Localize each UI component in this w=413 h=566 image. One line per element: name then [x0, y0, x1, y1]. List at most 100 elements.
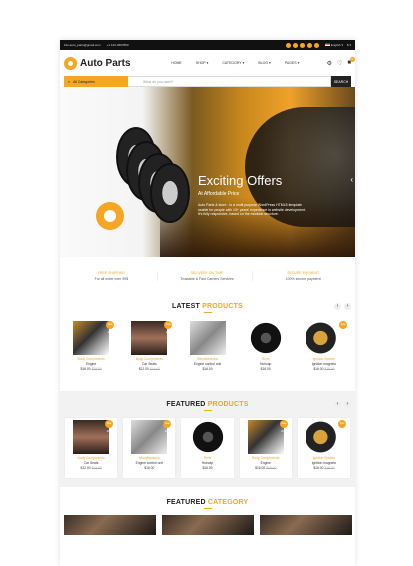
product-image[interactable]: [247, 420, 284, 454]
next-arrow-icon[interactable]: ›: [344, 303, 351, 310]
sale-badge: Sale 20%: [164, 321, 173, 334]
product-image[interactable]: [189, 420, 226, 454]
category-select[interactable]: ≡ All Categories: [64, 76, 128, 87]
product-image[interactable]: [189, 321, 226, 355]
product-name[interactable]: Engine control unit: [123, 461, 175, 465]
hero-next-arrow[interactable]: ‹: [350, 175, 353, 184]
current-price: $12.00: [80, 466, 91, 470]
wishlist-icon[interactable]: ♡: [337, 60, 342, 67]
nav-category[interactable]: CATEGORY ▾: [222, 61, 244, 65]
facebook-icon[interactable]: [285, 42, 291, 48]
product-category[interactable]: Body Components: [64, 357, 118, 361]
product-price: $16.00: [239, 367, 293, 371]
nav-shop[interactable]: SHOP ▾: [196, 61, 209, 65]
currency-select[interactable]: $ ▾: [347, 43, 351, 47]
language-select[interactable]: English ▾: [324, 43, 343, 47]
category-image[interactable]: [63, 515, 156, 535]
old-price: $18.00: [324, 367, 335, 371]
product-category[interactable]: Body Components: [240, 456, 292, 460]
nav-home[interactable]: HOME: [171, 61, 182, 65]
section-title: LATEST PRODUCTS ‹ ›: [60, 303, 355, 310]
product-price: $16.00$18.00: [298, 466, 350, 470]
pinterest-icon[interactable]: [313, 42, 319, 48]
product-name[interactable]: Ignition magneto: [298, 461, 350, 465]
hero-banner: Exciting Offers At Affordable Price Auto…: [60, 87, 355, 257]
product-name[interactable]: Hubcap: [239, 362, 293, 366]
product-image[interactable]: [131, 420, 168, 454]
product-image[interactable]: [247, 321, 284, 355]
nav-pages[interactable]: PAGES ▾: [285, 61, 300, 65]
instagram-icon[interactable]: [306, 42, 312, 48]
product-card[interactable]: Rims Hubcap $16.00: [238, 319, 293, 381]
product-image[interactable]: [305, 420, 342, 454]
page: info.auto_parts@gmail.com +1 123-4567890…: [60, 40, 355, 566]
product-list: Sale 20% Body Components Engine $16.00$18.0…: [60, 313, 355, 381]
user-icon[interactable]: ⚙: [327, 60, 332, 67]
hero-subtitle: At Affordable Price: [198, 191, 240, 197]
product-price: $16.00: [180, 367, 234, 371]
category-image[interactable]: [259, 515, 352, 535]
feature-item: FREE SHIPPING For all order over 99$: [66, 271, 158, 281]
logo-text: Auto Parts: [80, 57, 131, 69]
header: Auto Parts HOME SHOP ▾ CATEGORY ▾ BLOG ▾…: [60, 50, 355, 76]
sale-badge: Sale 20%: [339, 321, 348, 334]
product-price: $12.00$14.00: [122, 367, 176, 371]
product-image[interactable]: [73, 420, 110, 454]
logo-wheel-icon: [64, 56, 77, 70]
product-category[interactable]: Miscellaneous: [180, 357, 234, 361]
main-nav: HOME SHOP ▾ CATEGORY ▾ BLOG ▾ PAGES ▾: [144, 61, 327, 65]
product-image[interactable]: [131, 321, 168, 355]
product-name[interactable]: Car Seats: [122, 362, 176, 366]
product-name[interactable]: Engine: [240, 461, 292, 465]
product-category[interactable]: Body Components: [65, 456, 117, 460]
product-name[interactable]: Engine: [64, 362, 118, 366]
product-card[interactable]: Sale 20% Ignition System Ignition magneto $…: [296, 417, 352, 479]
logo[interactable]: Auto Parts: [64, 56, 144, 70]
product-card[interactable]: Miscellaneous Engine control unit $16.00: [180, 319, 235, 381]
prev-arrow-icon[interactable]: ‹: [334, 401, 341, 408]
linkedin-icon[interactable]: [299, 42, 305, 48]
email-link[interactable]: info.auto_parts@gmail.com: [64, 43, 101, 47]
menu-icon: ≡: [68, 79, 71, 84]
current-price: $16.00: [80, 367, 91, 371]
product-name[interactable]: Hubcap: [181, 461, 233, 465]
hero-text: Auto Parts & store - is a multi purpose …: [198, 203, 306, 216]
product-category[interactable]: Ignition System: [298, 456, 350, 460]
product-image[interactable]: [305, 321, 342, 355]
search-button[interactable]: SEARCH: [331, 76, 351, 87]
product-name[interactable]: Engine control unit: [180, 362, 234, 366]
product-category[interactable]: Rims: [239, 357, 293, 361]
tires-image: [96, 127, 190, 230]
prev-arrow-icon[interactable]: ‹: [334, 303, 341, 310]
product-price: $16.00: [181, 466, 233, 470]
next-arrow-icon[interactable]: ›: [344, 401, 351, 408]
search-bar: ≡ All Categories What do you need? SEARC…: [60, 76, 355, 87]
product-name[interactable]: Car Seats: [65, 461, 117, 465]
top-bar: info.auto_parts@gmail.com +1 123-4567890…: [60, 40, 355, 50]
twitter-icon[interactable]: [292, 42, 298, 48]
cart-icon[interactable]: ■ 0: [347, 57, 355, 66]
current-price: $16.00: [144, 466, 155, 470]
nav-blog[interactable]: BLOG ▾: [258, 61, 270, 65]
product-card[interactable]: Sale 20% Ignition System Ignition magneto $…: [296, 319, 352, 381]
product-card[interactable]: Sale 20% Body Components Car Seats $12.00$1…: [122, 319, 177, 381]
product-price: $16.00: [123, 466, 175, 470]
product-card[interactable]: Sale 20% Miscellaneous Engine control unit…: [122, 417, 177, 479]
steering-wheel-icon: [96, 202, 124, 230]
product-price: $16.00$18.00: [240, 466, 292, 470]
product-card[interactable]: Sale 20% Body Components Engine $16.00$18.0…: [64, 319, 119, 381]
product-card[interactable]: Sale 20% Body Components Engine $16.00$18.0…: [238, 417, 293, 479]
search-input[interactable]: What do you need?: [128, 76, 331, 87]
product-category[interactable]: Miscellaneous: [123, 456, 175, 460]
current-price: $16.00: [313, 466, 324, 470]
product-category[interactable]: Body Components: [122, 357, 176, 361]
product-card[interactable]: Rims Hubcap $16.00: [180, 417, 235, 479]
phone-link[interactable]: +1 123-4567890: [107, 43, 129, 47]
product-category[interactable]: Ignition System: [297, 357, 351, 361]
product-category[interactable]: Rims: [181, 456, 233, 460]
product-name[interactable]: Ignition magneto: [297, 362, 351, 366]
product-image[interactable]: [73, 321, 110, 355]
product-price: $16.00$18.00: [297, 367, 351, 371]
category-image[interactable]: [161, 515, 254, 535]
product-card[interactable]: Sale 20% Body Components Car Seats $12.00$1…: [64, 417, 119, 479]
